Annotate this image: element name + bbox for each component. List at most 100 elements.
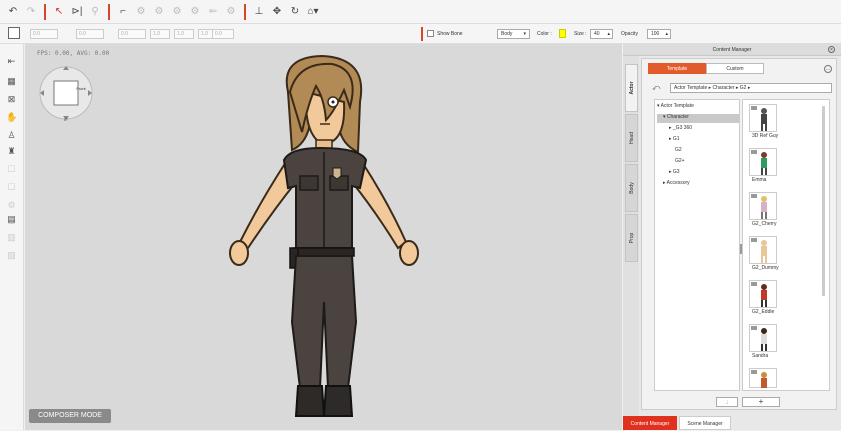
tab-head-label: Head <box>628 132 635 144</box>
navigation-cube[interactable] <box>38 64 94 122</box>
layer-icon[interactable]: ▥ <box>6 232 17 243</box>
download-button[interactable]: ↓ <box>716 397 738 407</box>
police-character-model[interactable] <box>220 52 430 424</box>
tab-template[interactable]: Template <box>648 63 706 74</box>
vertical-scrollbar[interactable] <box>822 106 825 296</box>
tab-custom[interactable]: Custom <box>706 63 764 74</box>
tab-actor-label: Actor <box>628 81 635 95</box>
pos-z-field[interactable]: 0.0 <box>118 29 146 39</box>
toolbar-divider <box>108 3 110 20</box>
body-select-value: Body <box>501 31 513 37</box>
tree-item-g3[interactable]: ▸ G3 <box>669 169 680 175</box>
thumb-badge <box>751 282 757 286</box>
thumb-badge <box>751 238 757 242</box>
thumbnail-3d-ref-guy[interactable] <box>749 104 777 132</box>
export-icon[interactable]: ▨ <box>6 250 17 261</box>
tree-item-label: _G3 360 <box>672 125 693 131</box>
options-icon[interactable]: … <box>824 65 832 73</box>
hand-icon[interactable]: ✋ <box>6 112 17 123</box>
body-select[interactable]: Body ▾ <box>497 29 530 39</box>
panel-tab-bar: Content Manager Scene Manager <box>623 416 841 430</box>
tree-item-character[interactable]: ▾ Character <box>663 114 689 120</box>
path-field[interactable]: Actor Template ▸ Character ▸ G2 ▸ <box>670 83 832 93</box>
thumbnail-g2-dummy[interactable] <box>749 236 777 264</box>
tree-item-g2plus[interactable]: G2+ <box>675 158 685 164</box>
thumbnail-sandra[interactable] <box>749 324 777 352</box>
color-swatch[interactable] <box>559 29 566 38</box>
bone-icon-4[interactable]: ⚙ <box>188 5 202 19</box>
thumb-badge <box>751 106 757 110</box>
scale-x-field[interactable]: 1.0 <box>150 29 170 39</box>
actor-icon[interactable]: ▦ <box>6 76 17 87</box>
opacity-value: 100 <box>651 31 660 37</box>
thumbnail-g2-cherry[interactable] <box>749 192 777 220</box>
thumbnail-label: G2_Dummy <box>752 265 779 271</box>
anchor-icon[interactable]: ⊥ <box>252 5 266 19</box>
add-button[interactable]: + <box>742 397 780 407</box>
pin-icon[interactable]: ⚲ <box>88 5 102 19</box>
rot-field[interactable]: 0.0 <box>212 29 234 39</box>
thumbnail-emma[interactable] <box>749 148 777 176</box>
face-icon[interactable]: ☐ <box>6 164 17 175</box>
tree-item-accessory[interactable]: ▸ Accessory <box>663 180 690 186</box>
vertical-tab-bar: Actor Head Body Prop <box>623 56 639 418</box>
tab-prop[interactable]: Prop <box>625 214 638 262</box>
bone-icon-6[interactable]: ⚙ <box>224 5 238 19</box>
size-field[interactable]: 40 ▴ <box>590 29 613 39</box>
close-icon[interactable]: × <box>828 46 835 53</box>
thumb-badge <box>751 370 757 374</box>
layout-icon[interactable]: ▤ <box>6 214 17 225</box>
content-area: Template Custom … ⤺ Actor Template ▸ Cha… <box>641 58 837 410</box>
select-icon[interactable]: ↖ <box>52 5 66 19</box>
undo-icon[interactable]: ↶ <box>6 5 20 19</box>
motion-icon[interactable]: ⊠ <box>6 94 17 105</box>
bone-icon-1[interactable]: ⚙ <box>134 5 148 19</box>
chevron-down-icon: ▾ <box>523 31 526 37</box>
toolbar-divider <box>244 3 246 20</box>
tree-item-g3-360[interactable]: ▸ _G3 360 <box>669 125 692 131</box>
bone-icon-2[interactable]: ⚙ <box>152 5 166 19</box>
tab-prop-label: Prop <box>628 232 635 244</box>
3d-viewport[interactable]: FPS: 0.00, AVG: 0.00 Front 0° COMPOSER M… <box>25 44 622 430</box>
bone-icon-3[interactable]: ⚙ <box>170 5 184 19</box>
spinner-icon: ▴ <box>607 31 610 37</box>
grid-toggle-icon[interactable] <box>8 27 20 39</box>
show-bones-checkbox[interactable] <box>427 30 434 37</box>
scale-y-field[interactable]: 1.0 <box>174 29 194 39</box>
fps-readout: FPS: 0.00, AVG: 0.00 <box>37 50 110 57</box>
thumbnail-g2-eddie[interactable] <box>749 280 777 308</box>
pose-icon[interactable]: ♙ <box>6 130 17 141</box>
rotate-icon[interactable]: ↻ <box>288 5 302 19</box>
composer-mode-badge[interactable]: COMPOSER MODE <box>29 409 111 423</box>
flip-icon[interactable]: ⌐ <box>116 5 130 19</box>
left-toolbar: ⇤ ▦ ⊠ ✋ ♙ ♜ ☐ ☐ ⚙ ⚙ ▤ ▥ ▨ <box>0 44 24 430</box>
redo-icon[interactable]: ↷ <box>24 5 38 19</box>
pos-x-field[interactable]: 0.0 <box>30 29 58 39</box>
tab-content-manager[interactable]: Content Manager <box>623 416 677 430</box>
tree-item-g2[interactable]: G2 <box>675 147 682 153</box>
tab-actor[interactable]: Actor <box>625 64 638 112</box>
collapse-icon[interactable]: ⇤ <box>6 56 17 67</box>
thumbnail-grid: 3D Ref Guy Emma G2_Cherry G2_Dummy G2_Ed… <box>742 99 830 391</box>
panel-title-bar: Content Manager × <box>623 44 841 56</box>
breadcrumb: ⤺ Actor Template ▸ Character ▸ G2 ▸ <box>648 83 832 93</box>
thumbnail-next[interactable] <box>749 368 777 388</box>
bone-icon[interactable]: ⚙ <box>6 200 17 211</box>
tab-body[interactable]: Body <box>625 164 638 212</box>
walk-icon[interactable]: ♜ <box>6 146 17 157</box>
thumbnail-label: Sandra <box>752 353 769 359</box>
home-icon[interactable]: ⌂▾ <box>306 5 320 19</box>
sprite-icon[interactable]: ☐ <box>6 182 17 193</box>
opacity-field[interactable]: 100 ▴ <box>647 29 671 39</box>
move-icon[interactable]: ✥ <box>270 5 284 19</box>
mirror-icon[interactable]: ⊳| <box>70 5 84 19</box>
tab-head[interactable]: Head <box>625 114 638 162</box>
bone-icon-5[interactable]: ⇐ <box>206 5 220 19</box>
tree-item-g1[interactable]: ▸ G1 <box>669 136 680 142</box>
back-icon[interactable]: ⤺ <box>652 83 661 93</box>
tree-item-label: G1 <box>672 136 680 142</box>
tab-scene-manager[interactable]: Scene Manager <box>679 416 731 430</box>
folder-tree: ▾ Actor Template ▾ Character ▸ _G3 360 ▸… <box>654 99 740 391</box>
tree-item-actor-template[interactable]: ▾ Actor Template <box>657 103 694 109</box>
pos-y-field[interactable]: 0.0 <box>76 29 104 39</box>
